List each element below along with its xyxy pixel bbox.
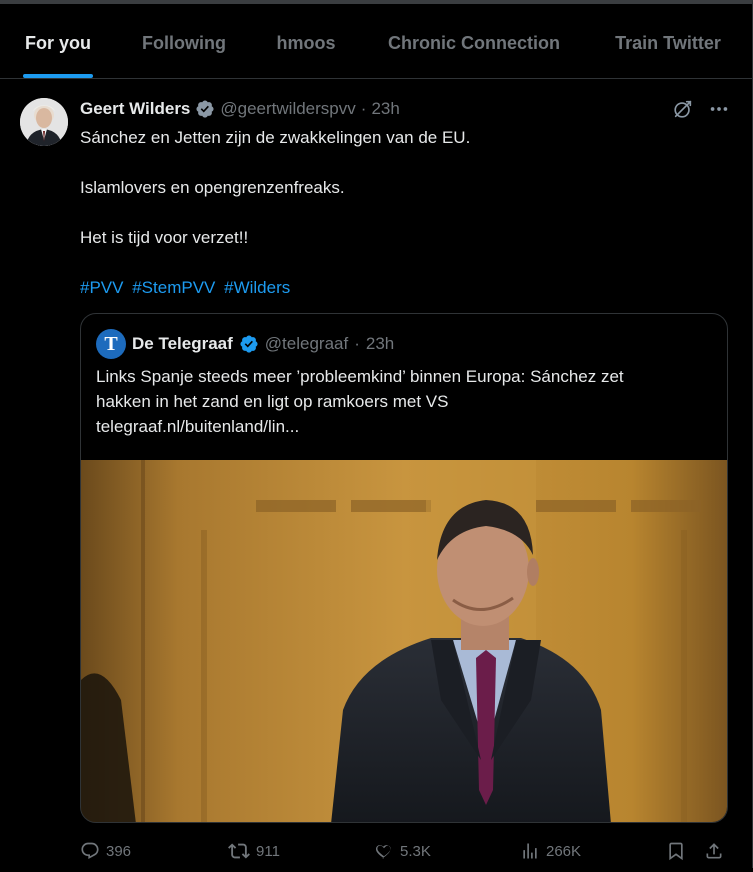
reply-button[interactable]: 396	[80, 841, 131, 861]
verified-icon[interactable]	[239, 334, 259, 354]
like-icon	[374, 841, 394, 861]
quote-link[interactable]: telegraaf.nl/buitenland/lin...	[96, 414, 716, 439]
bookmark-button[interactable]	[666, 841, 686, 861]
tab-label: hmoos	[276, 32, 336, 53]
timeline-tabs: For you Following hmoos Chronic Connecti…	[0, 8, 752, 79]
quote-header: T De Telegraaf @telegraaf · 23h	[96, 329, 394, 359]
avatar[interactable]	[20, 98, 68, 146]
like-count: 5.3K	[400, 842, 431, 860]
quote-media-image[interactable]	[81, 460, 727, 822]
tab-label: Train Twitter	[615, 32, 721, 53]
grok-icon[interactable]	[672, 98, 694, 120]
tab-label: Chronic Connection	[388, 32, 560, 53]
tweet-actions: 396 911 5.3K 266K	[80, 838, 730, 864]
views-count: 266K	[546, 842, 582, 860]
more-icon[interactable]	[708, 98, 730, 120]
reply-count: 396	[106, 842, 132, 860]
separator-dot: ·	[354, 334, 360, 353]
tab-for-you[interactable]: For you	[22, 8, 94, 78]
quote-handle[interactable]: @telegraaf	[265, 334, 348, 354]
tweet-time[interactable]: 23h	[371, 99, 399, 119]
share-button[interactable]	[704, 841, 724, 861]
active-tab-indicator	[23, 74, 93, 78]
telegraaf-logo[interactable]: T	[96, 329, 126, 359]
quote-text-line: hakken in het zand en ligt op ramkoers m…	[96, 392, 449, 411]
tab-train-twitter[interactable]: Train Twitter	[610, 8, 726, 78]
app-frame: For you Following hmoos Chronic Connecti…	[0, 0, 753, 868]
like-button[interactable]: 5.3K	[374, 841, 431, 861]
hashtags: #PVV #StemPVV #Wilders	[80, 276, 730, 300]
repost-icon	[228, 840, 250, 862]
tweet[interactable]: Geert Wilders @geertwilderspvv · 23h Sán…	[0, 80, 752, 872]
quoted-tweet[interactable]: T De Telegraaf @telegraaf · 23h Links Sp…	[80, 313, 728, 823]
tab-following[interactable]: Following	[140, 8, 228, 78]
hashtag-pvv[interactable]: #PVV	[80, 278, 123, 297]
tweet-paragraph: Het is tijd voor verzet!!	[80, 228, 249, 247]
tab-hmoos[interactable]: hmoos	[274, 8, 338, 78]
repost-count: 911	[256, 842, 280, 860]
hashtag-wilders[interactable]: #Wilders	[224, 278, 290, 297]
tweet-paragraph: Sánchez en Jetten zijn de zwakkelingen v…	[80, 128, 471, 147]
quote-text-line: Links Spanje steeds meer ’probleemkind’ …	[96, 367, 624, 386]
quote-time[interactable]: 23h	[366, 334, 394, 354]
reply-icon	[80, 841, 100, 861]
tab-label: For you	[25, 32, 91, 53]
tweet-top-icons	[672, 98, 730, 120]
share-icon	[704, 841, 724, 861]
tweet-text: Sánchez en Jetten zijn de zwakkelingen v…	[80, 126, 730, 300]
tab-chronic-connection[interactable]: Chronic Connection	[384, 8, 564, 78]
bookmark-icon	[666, 841, 686, 861]
quote-text: Links Spanje steeds meer ’probleemkind’ …	[96, 364, 716, 439]
views-button[interactable]: 266K	[520, 841, 581, 861]
author-handle[interactable]: @geertwilderspvv	[220, 99, 355, 119]
quote-author-name[interactable]: De Telegraaf	[132, 334, 233, 354]
hashtag-stempvv[interactable]: #StemPVV	[132, 278, 215, 297]
separator-dot: ·	[360, 99, 367, 118]
tab-label: Following	[142, 32, 226, 53]
author-name[interactable]: Geert Wilders	[80, 99, 190, 119]
verified-icon[interactable]	[195, 99, 215, 119]
views-icon	[520, 841, 540, 861]
tweet-paragraph: Islamlovers en opengrenzenfreaks.	[80, 178, 345, 197]
repost-button[interactable]: 911	[228, 840, 280, 862]
tweet-header: Geert Wilders @geertwilderspvv · 23h	[80, 97, 400, 121]
